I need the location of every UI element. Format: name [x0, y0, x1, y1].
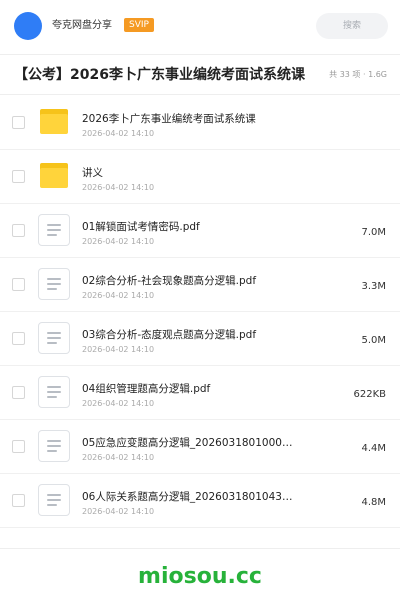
file-name: 03综合分析-态度观点题高分逻辑.pdf — [82, 329, 257, 341]
file-name: 02综合分析-社会现象题高分逻辑.pdf — [82, 275, 257, 287]
file-size: 4.8M — [361, 497, 386, 508]
file-size: 4.4M — [361, 443, 386, 454]
folder-title-row: 【公考】2026李卜广东事业编统考面试系统课 共 33 项 · 1.6G — [0, 55, 400, 95]
folder-meta: 共 33 项 · 1.6G — [329, 70, 387, 79]
file-list: 2026李卜广东事业编统考面试系统课 2026-04-02 14:10 讲义 2… — [0, 96, 400, 528]
document-icon — [37, 213, 71, 247]
file-date: 2026-04-02 14:10 — [82, 129, 155, 138]
file-date: 2026-04-02 14:10 — [82, 507, 155, 516]
file-size: 622KB — [353, 389, 386, 400]
select-checkbox[interactable] — [12, 494, 25, 507]
document-icon — [37, 483, 71, 517]
file-size: 5.0M — [361, 335, 386, 346]
file-name: 2026李卜广东事业编统考面试系统课 — [82, 113, 256, 125]
list-item[interactable]: 01解锁面试考情密码.pdf 2026-04-02 14:10 7.0M — [0, 204, 400, 258]
select-checkbox[interactable] — [12, 224, 25, 237]
search-button[interactable]: 搜索 — [316, 13, 388, 39]
file-date: 2026-04-02 14:10 — [82, 291, 155, 300]
file-date: 2026-04-02 14:10 — [82, 237, 155, 246]
file-date: 2026-04-02 14:10 — [82, 399, 155, 408]
file-name: 讲义 — [82, 167, 103, 179]
file-size: 3.3M — [361, 281, 386, 292]
select-checkbox[interactable] — [12, 278, 25, 291]
list-item[interactable]: 06人际关系题高分逻辑_2026031801043… 2026-04-02 14… — [0, 474, 400, 528]
file-date: 2026-04-02 14:10 — [82, 183, 155, 192]
file-date: 2026-04-02 14:10 — [82, 453, 155, 462]
file-name: 05应急应变题高分逻辑_2026031801000… — [82, 437, 293, 449]
select-checkbox[interactable] — [12, 386, 25, 399]
document-icon — [37, 267, 71, 301]
list-item[interactable]: 05应急应变题高分逻辑_2026031801000… 2026-04-02 14… — [0, 420, 400, 474]
list-item[interactable]: 04组织管理题高分逻辑.pdf 2026-04-02 14:10 622KB — [0, 366, 400, 420]
select-checkbox[interactable] — [12, 116, 25, 129]
file-name: 04组织管理题高分逻辑.pdf — [82, 383, 211, 395]
folder-icon — [37, 159, 71, 193]
list-item[interactable]: 讲义 2026-04-02 14:10 — [0, 150, 400, 204]
header: 夸克网盘分享 SVIP 搜索 — [0, 0, 400, 54]
file-name: 01解锁面试考情密码.pdf — [82, 221, 200, 233]
file-size: 7.0M — [361, 227, 386, 238]
folder-icon — [37, 105, 71, 139]
bottom-divider — [0, 548, 400, 549]
document-icon — [37, 429, 71, 463]
folder-title: 【公考】2026李卜广东事业编统考面试系统课 — [14, 67, 305, 83]
file-date: 2026-04-02 14:10 — [82, 345, 155, 354]
list-item[interactable]: 2026李卜广东事业编统考面试系统课 2026-04-02 14:10 — [0, 96, 400, 150]
list-item[interactable]: 02综合分析-社会现象题高分逻辑.pdf 2026-04-02 14:10 3.… — [0, 258, 400, 312]
select-checkbox[interactable] — [12, 170, 25, 183]
username: 夸克网盘分享 — [52, 20, 112, 31]
document-icon — [37, 375, 71, 409]
select-checkbox[interactable] — [12, 440, 25, 453]
file-name: 06人际关系题高分逻辑_2026031801043… — [82, 491, 293, 503]
avatar[interactable] — [14, 12, 42, 40]
list-item[interactable]: 03综合分析-态度观点题高分逻辑.pdf 2026-04-02 14:10 5.… — [0, 312, 400, 366]
watermark: miosou.cc — [138, 564, 262, 589]
select-checkbox[interactable] — [12, 332, 25, 345]
share-page: 夸克网盘分享 SVIP 搜索 【公考】2026李卜广东事业编统考面试系统课 共 … — [0, 0, 400, 600]
document-icon — [37, 321, 71, 355]
svip-badge: SVIP — [124, 18, 154, 32]
